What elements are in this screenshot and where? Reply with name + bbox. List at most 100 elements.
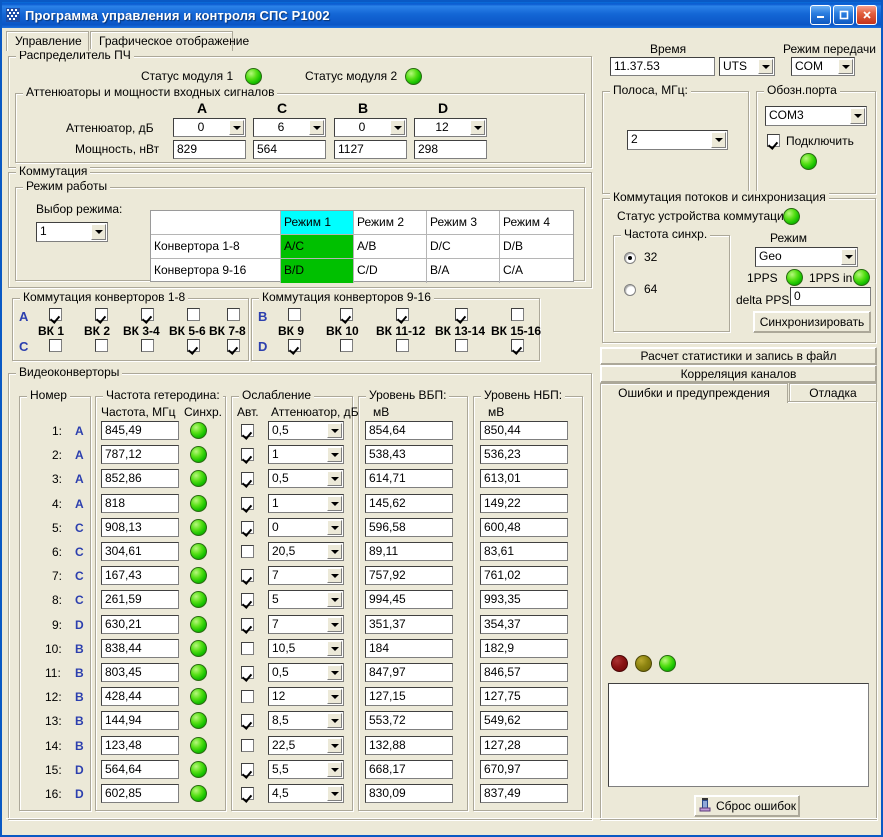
cell-conv-1-8-mode-2[interactable]: A/B — [354, 235, 427, 259]
chevron-down-icon[interactable] — [327, 471, 342, 486]
auto-checkbox[interactable] — [241, 618, 254, 631]
checkbox-b-vk9[interactable] — [288, 308, 301, 321]
chevron-down-icon[interactable] — [327, 786, 342, 801]
usb-level-field[interactable]: 127,15 — [365, 687, 453, 706]
checkbox-a-vk3-4[interactable] — [141, 308, 154, 321]
cell-conv-9-16-mode-1[interactable]: B/D — [281, 259, 354, 283]
checkbox-b-vk11-12[interactable] — [396, 308, 409, 321]
cell-conv-9-16-mode-3[interactable]: B/A — [427, 259, 500, 283]
auto-checkbox[interactable] — [241, 424, 254, 437]
correlation-button[interactable]: Корреляция каналов — [600, 365, 877, 383]
chevron-down-icon[interactable] — [850, 108, 865, 124]
cell-conv-1-8-mode-3[interactable]: D/C — [427, 235, 500, 259]
usb-level-field[interactable]: 351,37 — [365, 615, 453, 634]
attenuator-combo[interactable]: 20,5 — [268, 542, 344, 561]
synchronize-button[interactable]: Синхронизировать — [753, 311, 871, 333]
checkbox-c-vk1[interactable] — [49, 339, 62, 352]
cell-conv-1-8-mode-1[interactable]: A/C — [281, 235, 354, 259]
attenuator-combo[interactable]: 7 — [268, 615, 344, 634]
auto-checkbox[interactable] — [241, 763, 254, 776]
checkbox-d-vk15-16[interactable] — [511, 339, 524, 352]
usb-level-field[interactable]: 132,88 — [365, 736, 453, 755]
chevron-down-icon[interactable] — [229, 120, 244, 135]
auto-checkbox[interactable] — [241, 739, 254, 752]
mode-select-combo[interactable]: 1 — [36, 222, 108, 242]
chevron-down-icon[interactable] — [841, 249, 856, 265]
frequency-field[interactable]: 144,94 — [101, 711, 179, 730]
cell-conv-9-16-mode-2[interactable]: C/D — [354, 259, 427, 283]
checkbox-c-vk5-6[interactable] — [187, 339, 200, 352]
attenuator-combo[interactable]: 0,5 — [268, 421, 344, 440]
tab-errors-warnings[interactable]: Ошибки и предупреждения — [600, 383, 788, 403]
usb-level-field[interactable]: 994,45 — [365, 590, 453, 609]
mode-header-4[interactable]: Режим 4 — [500, 211, 573, 235]
chevron-down-icon[interactable] — [327, 762, 342, 777]
frequency-field[interactable]: 167,43 — [101, 566, 179, 585]
time-scale-combo[interactable]: UTS — [719, 57, 775, 76]
usb-level-field[interactable]: 757,92 — [365, 566, 453, 585]
chevron-down-icon[interactable] — [91, 224, 106, 240]
usb-level-field[interactable]: 538,43 — [365, 445, 453, 464]
chevron-down-icon[interactable] — [327, 738, 342, 753]
lsb-level-field[interactable]: 846,57 — [480, 663, 568, 682]
chevron-down-icon[interactable] — [327, 713, 342, 728]
power-field-d[interactable]: 298 — [414, 140, 487, 159]
checkbox-a-vk7-8[interactable] — [227, 308, 240, 321]
port-combo[interactable]: COM3 — [765, 106, 867, 126]
lsb-level-field[interactable]: 149,22 — [480, 494, 568, 513]
tab-debug[interactable]: Отладка — [789, 383, 877, 403]
usb-level-field[interactable]: 668,17 — [365, 760, 453, 779]
frequency-field[interactable]: 428,44 — [101, 687, 179, 706]
attenuator-combo[interactable]: 0 — [268, 518, 344, 537]
usb-level-field[interactable]: 830,09 — [365, 784, 453, 803]
chevron-down-icon[interactable] — [758, 59, 773, 74]
chevron-down-icon[interactable] — [327, 496, 342, 511]
usb-level-field[interactable]: 553,72 — [365, 711, 453, 730]
chevron-down-icon[interactable] — [327, 568, 342, 583]
attenuator-combo[interactable]: 1 — [268, 445, 344, 464]
attenuator-combo-d[interactable]: 12 — [414, 118, 487, 137]
chevron-down-icon[interactable] — [327, 689, 342, 704]
reset-errors-button[interactable]: Сброс ошибок — [694, 795, 800, 817]
frequency-field[interactable]: 803,45 — [101, 663, 179, 682]
lsb-level-field[interactable]: 354,37 — [480, 615, 568, 634]
attenuator-combo[interactable]: 22,5 — [268, 736, 344, 755]
lsb-level-field[interactable]: 127,75 — [480, 687, 568, 706]
attenuator-combo[interactable]: 5,5 — [268, 760, 344, 779]
minimize-button[interactable] — [810, 5, 831, 25]
chevron-down-icon[interactable] — [327, 665, 342, 680]
usb-level-field[interactable]: 145,62 — [365, 494, 453, 513]
chevron-down-icon[interactable] — [470, 120, 485, 135]
lsb-level-field[interactable]: 850,44 — [480, 421, 568, 440]
lsb-level-field[interactable]: 613,01 — [480, 469, 568, 488]
attenuator-combo[interactable]: 1 — [268, 494, 344, 513]
bandwidth-combo[interactable]: 2 — [627, 130, 728, 150]
chevron-down-icon[interactable] — [327, 592, 342, 607]
frequency-field[interactable]: 261,59 — [101, 590, 179, 609]
frequency-field[interactable]: 602,85 — [101, 784, 179, 803]
frequency-field[interactable]: 123,48 — [101, 736, 179, 755]
cell-conv-1-8-mode-4[interactable]: D/B — [500, 235, 573, 259]
chevron-down-icon[interactable] — [327, 423, 342, 438]
power-field-c[interactable]: 564 — [253, 140, 326, 159]
mode-header-2[interactable]: Режим 2 — [354, 211, 427, 235]
auto-checkbox[interactable] — [241, 714, 254, 727]
time-field[interactable]: 11.37.53 — [610, 57, 715, 76]
lsb-level-field[interactable]: 182,9 — [480, 639, 568, 658]
mode-header-1[interactable]: Режим 1 — [281, 211, 354, 235]
attenuator-combo-b[interactable]: 0 — [334, 118, 407, 137]
maximize-button[interactable] — [833, 5, 854, 25]
chevron-down-icon[interactable] — [390, 120, 405, 135]
lsb-level-field[interactable]: 837,49 — [480, 784, 568, 803]
auto-checkbox[interactable] — [241, 690, 254, 703]
usb-level-field[interactable]: 847,97 — [365, 663, 453, 682]
power-field-a[interactable]: 829 — [173, 140, 246, 159]
frequency-field[interactable]: 564,64 — [101, 760, 179, 779]
chevron-down-icon[interactable] — [309, 120, 324, 135]
radio-sync-64[interactable] — [624, 284, 636, 296]
chevron-down-icon[interactable] — [838, 59, 853, 74]
attenuator-combo[interactable]: 8,5 — [268, 711, 344, 730]
usb-level-field[interactable]: 184 — [365, 639, 453, 658]
auto-checkbox[interactable] — [241, 497, 254, 510]
attenuator-combo[interactable]: 0,5 — [268, 469, 344, 488]
